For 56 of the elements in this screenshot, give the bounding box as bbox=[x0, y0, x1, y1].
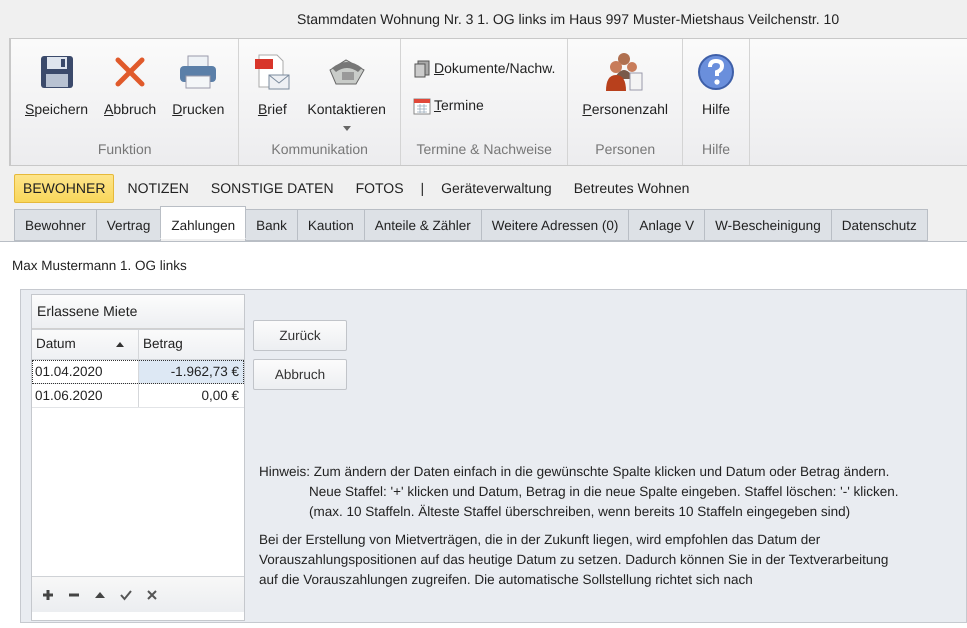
ribbon-button[interactable]: Dokumente/Nachw. bbox=[408, 55, 560, 82]
documents-icon bbox=[412, 60, 431, 78]
group-label: Funktion bbox=[96, 140, 153, 159]
nav-link[interactable]: Betreutes Wohnen bbox=[564, 174, 698, 203]
table-row[interactable]: 01.06.2020 0,00 € bbox=[32, 384, 244, 408]
category-tab[interactable]: NOTIZEN bbox=[118, 174, 198, 203]
calendar-icon bbox=[412, 96, 431, 114]
tab[interactable]: Datenschutz bbox=[830, 209, 928, 241]
ribbon-button[interactable]: Brief bbox=[247, 49, 298, 139]
hint-text: (max. 10 Staffeln. Älteste Staffel überschreiben, wenn bereits 10 Staffeln eingegeben sind) bbox=[308, 503, 852, 522]
ribbon-button[interactable]: Kontaktieren bbox=[301, 49, 392, 139]
group-label: Termine & Nachweise bbox=[415, 140, 553, 159]
table-cell-text: 0,00 € bbox=[200, 386, 240, 404]
ribbon-button[interactable]: Personenzahl bbox=[576, 49, 674, 139]
table-cell: 01.06.2020 bbox=[32, 384, 139, 406]
ribbon-button[interactable]: Termine bbox=[408, 92, 560, 119]
pdf-envelope-icon bbox=[253, 53, 292, 91]
ribbon-button[interactable]: Hilfe bbox=[691, 49, 742, 139]
group-label: Personen bbox=[594, 140, 656, 159]
tab[interactable]: Bewohner bbox=[14, 209, 97, 241]
tab[interactable]: Anlage V bbox=[628, 209, 706, 241]
ribbon-button[interactable]: Drucken bbox=[166, 49, 230, 139]
printer-icon bbox=[178, 54, 218, 90]
ribbon-button[interactable]: Abbruch bbox=[98, 49, 162, 139]
hint-text: Neue Staffel: '+' klicken und Datum, Betrag in die neue Spalte eingeben. Staffel löschen: '-' klicken. bbox=[308, 483, 900, 502]
tab[interactable]: Vertrag bbox=[96, 209, 162, 241]
close-icon[interactable] bbox=[146, 588, 158, 601]
ribbon-button[interactable]: Speichern bbox=[19, 49, 94, 139]
nav-link[interactable]: Geräteverwaltung bbox=[432, 174, 561, 203]
tab[interactable]: Weitere Adressen (0) bbox=[480, 209, 630, 241]
tab[interactable]: Bank bbox=[245, 209, 298, 241]
tenant-name: Max Mustermann 1. OG links bbox=[12, 257, 188, 275]
checkmark-icon[interactable] bbox=[120, 588, 132, 601]
column-header[interactable]: Datum bbox=[32, 330, 139, 358]
cross-icon bbox=[114, 56, 146, 88]
separator: | bbox=[420, 179, 426, 198]
tab[interactable]: Anteile & Zähler bbox=[364, 209, 482, 241]
window-title: Stammdaten Wohnung Nr. 3 1. OG links im Haus 997 Muster-Mietshaus Veilchenstr. 10 bbox=[297, 10, 840, 29]
grid-title: Erlassene Miete bbox=[32, 295, 244, 330]
category-tab[interactable]: BEWOHNER bbox=[14, 174, 114, 203]
table-row[interactable]: 01.04.2020 -1.962,73 € bbox=[32, 360, 244, 384]
group-label: Kommunikation bbox=[270, 140, 369, 159]
tab[interactable]: Zahlungen bbox=[160, 206, 246, 239]
category-tab[interactable]: FOTOS bbox=[346, 174, 413, 203]
help-icon bbox=[697, 53, 736, 91]
add-icon[interactable] bbox=[42, 588, 54, 601]
hint-text: Hinweis: Zum ändern der Daten einfach in die gewünschte Spalte klicken und Datum oder Betrag ändern. bbox=[259, 463, 890, 482]
tab[interactable]: Kaution bbox=[296, 209, 365, 241]
column-header[interactable]: Betrag bbox=[139, 330, 244, 358]
category-tab[interactable]: SONSTIGE DATEN bbox=[202, 174, 343, 203]
group-label: Hilfe bbox=[701, 140, 732, 159]
table-cell: -1.962,73 € bbox=[139, 360, 244, 382]
dialog-button[interactable]: Zurück bbox=[253, 320, 347, 352]
info-text: Bei der Erstellung von Mietverträgen, die in der Zukunft liegen, wird empfohlen das Datum der Vorauszahlungspositionen auf das heutige Datum zu setzen. Dadurch können Sie in der Textverarbeitung auf die Vorauszahlungen zugreifen. Die automatische Sollstellung richtet sich nach bbox=[259, 531, 889, 590]
tab[interactable]: W-Bescheinigung bbox=[704, 209, 832, 241]
dialog-button[interactable]: Abbruch bbox=[253, 359, 347, 390]
